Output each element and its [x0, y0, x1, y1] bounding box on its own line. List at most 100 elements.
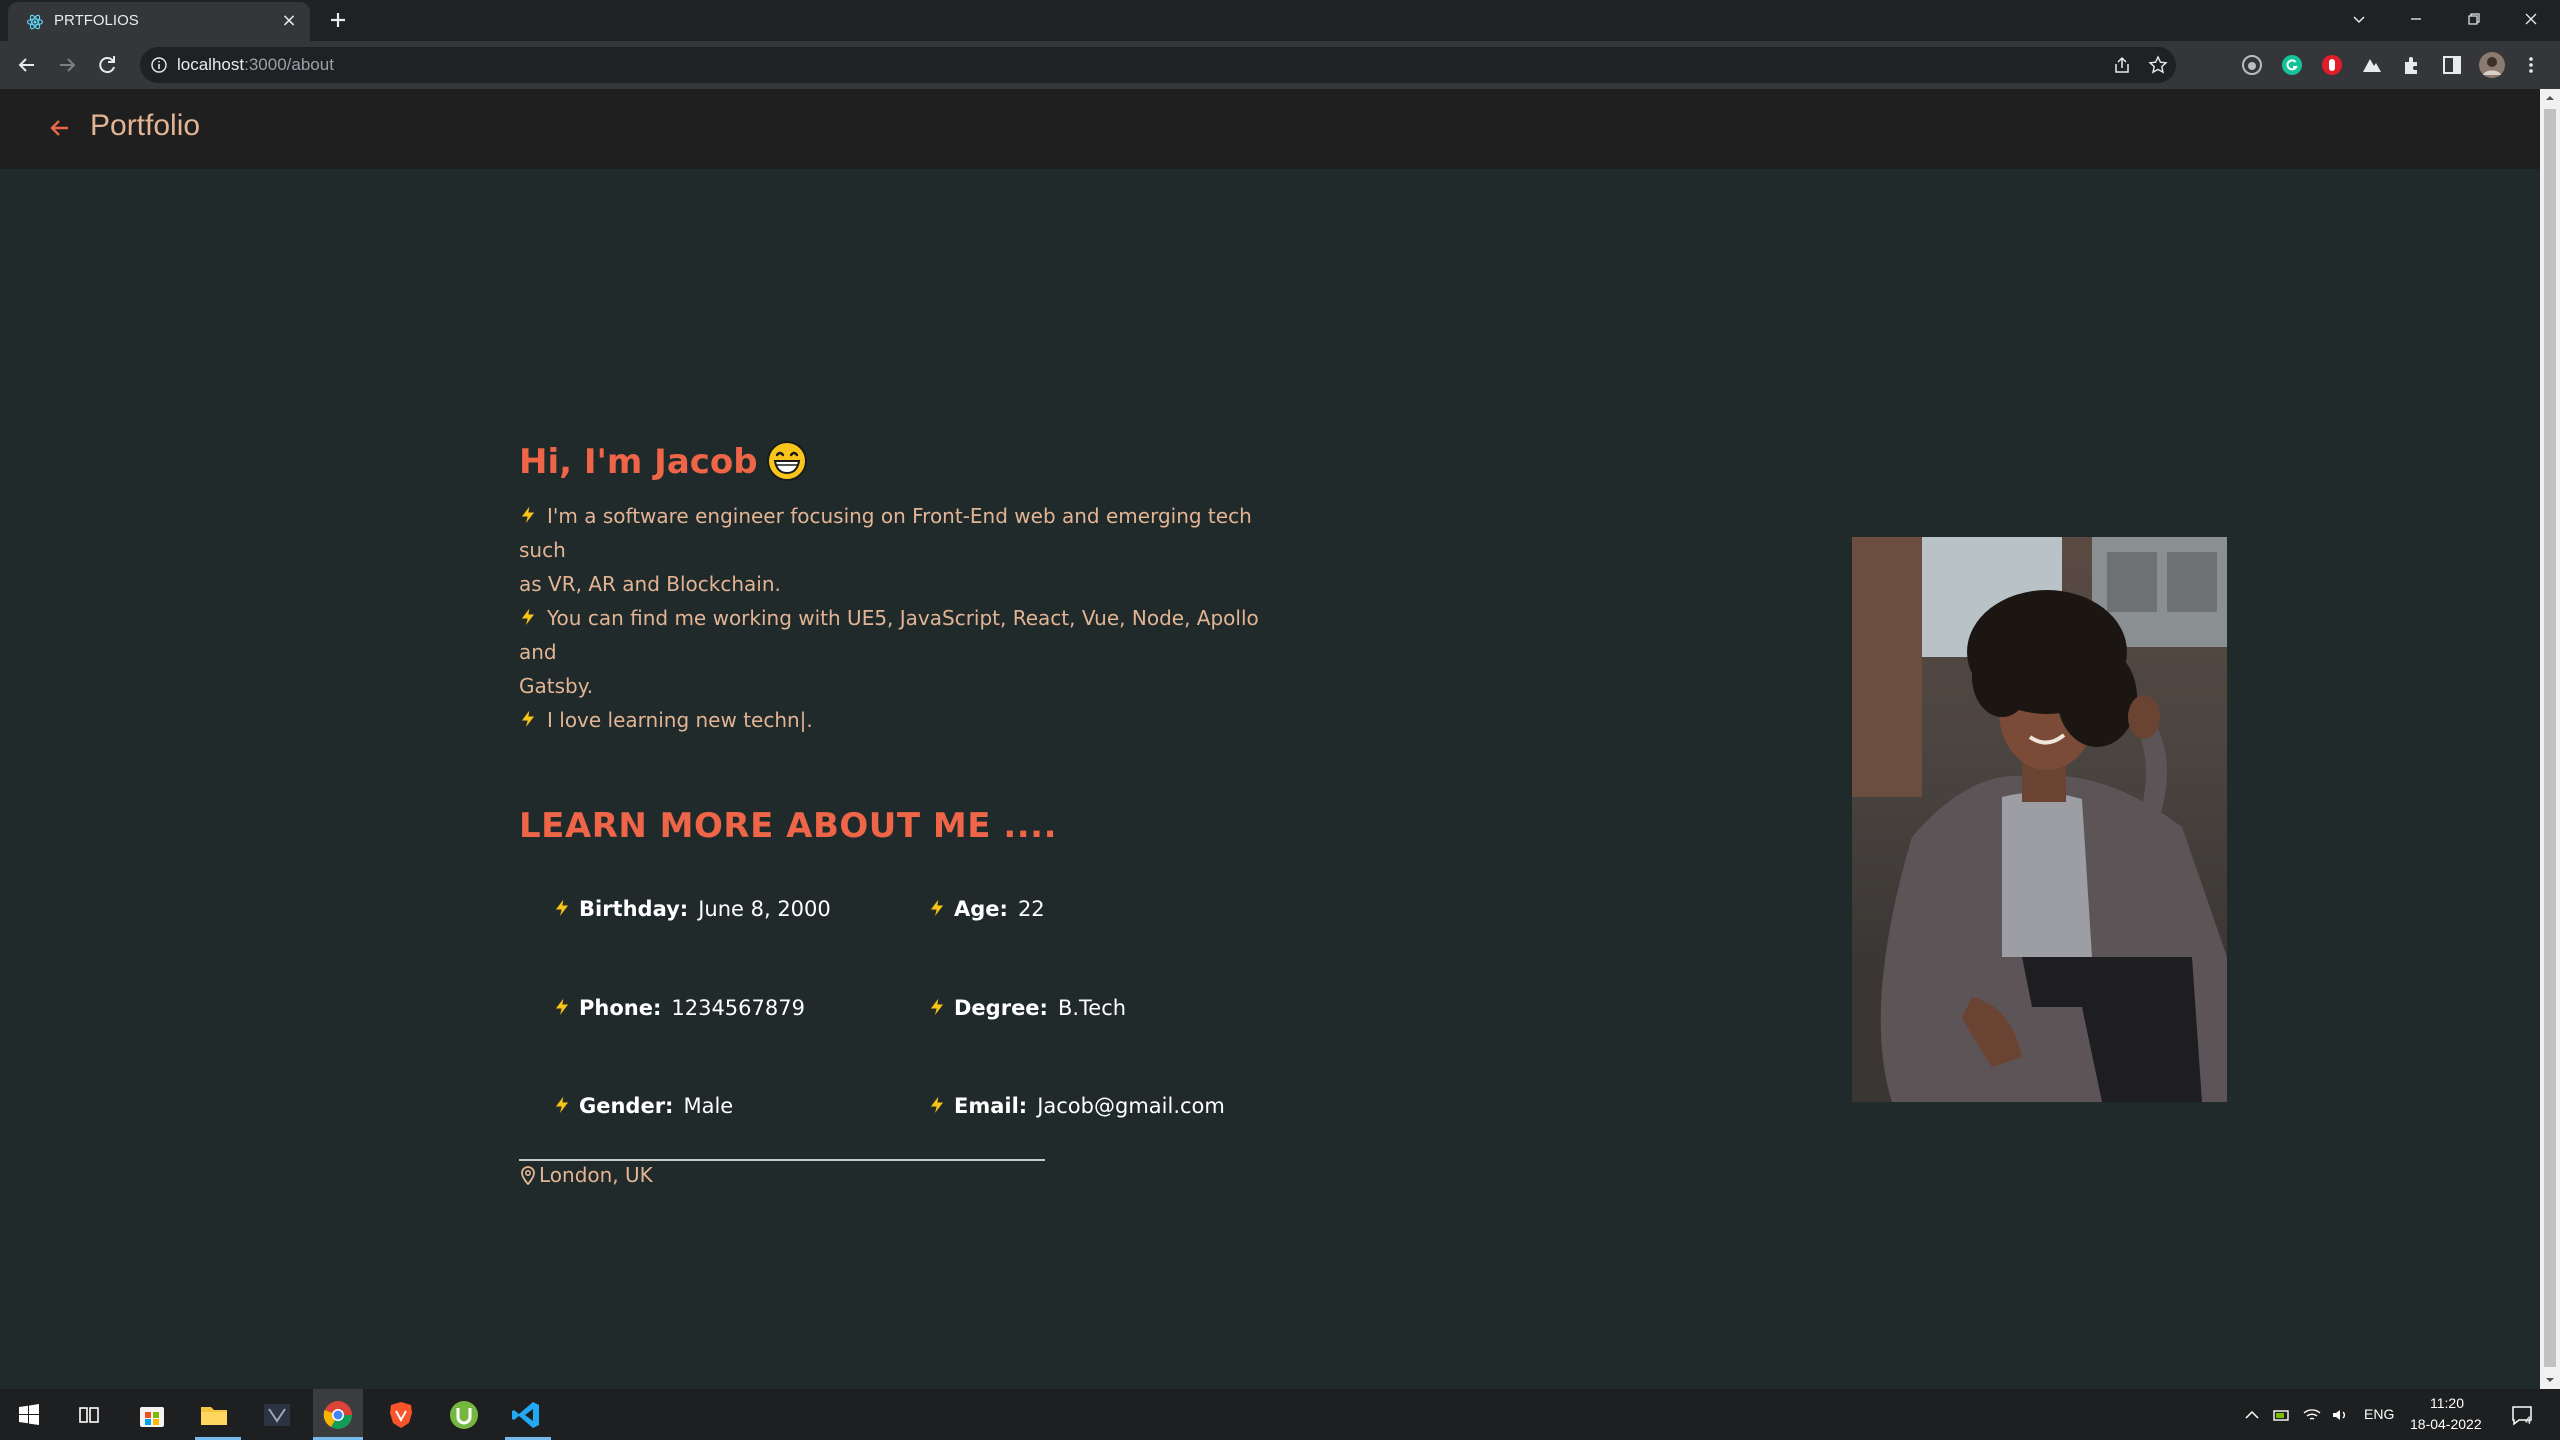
- windows-start-icon[interactable]: [12, 1398, 46, 1432]
- intro-line-text: I love learning new techn|.: [547, 708, 813, 732]
- language-indicator[interactable]: ENG: [2364, 1406, 2394, 1422]
- greeting-text: Hi, I'm Jacob: [519, 442, 758, 482]
- back-icon[interactable]: [14, 52, 40, 78]
- notification-count: 4: [2525, 1415, 2532, 1427]
- new-tab-plus-icon[interactable]: [325, 7, 351, 33]
- brave-icon[interactable]: [384, 1398, 418, 1432]
- close-window-icon[interactable]: [2502, 0, 2560, 38]
- info-value: B.Tech: [1057, 996, 1127, 1020]
- info-value: 1234567879: [671, 996, 805, 1020]
- location: London, UK: [519, 1163, 653, 1187]
- info-birthday: Birthday: June 8, 2000: [553, 897, 831, 921]
- chrome-icon[interactable]: [321, 1398, 355, 1432]
- about-section: Hi, I'm Jacob I'm a software engineer fo…: [519, 89, 2227, 1389]
- page-viewport: Portfolio Hi, I'm Jacob I'm a software e…: [0, 89, 2540, 1389]
- reload-icon[interactable]: [94, 52, 120, 78]
- battery-icon[interactable]: [2272, 1405, 2292, 1425]
- file-explorer-icon[interactable]: [197, 1398, 231, 1432]
- info-value: 22: [1017, 897, 1045, 921]
- profile-photo: [1852, 537, 2227, 1102]
- info-email: Email: Jacob@gmail.com: [928, 1094, 1225, 1118]
- scroll-down-icon[interactable]: [2540, 1371, 2560, 1389]
- tab-search-chevron-icon[interactable]: [2330, 0, 2388, 38]
- info-phone: Phone: 1234567879: [553, 996, 805, 1020]
- browser-tab[interactable]: PRTFOLIOS ×: [8, 2, 310, 41]
- info-key: Age:: [954, 897, 1008, 921]
- back-arrow-icon[interactable]: [48, 116, 72, 140]
- info-value: Male: [683, 1094, 734, 1118]
- info-key: Email:: [954, 1094, 1028, 1118]
- info-gender: Gender: Male: [553, 1094, 733, 1118]
- chrome-menu-icon[interactable]: [2520, 54, 2542, 76]
- divider: [519, 1159, 1045, 1161]
- browser-tab-strip: PRTFOLIOS ×: [0, 0, 2560, 41]
- browser-toolbar: localhost:3000/about: [0, 41, 2560, 89]
- side-panel-icon[interactable]: [2441, 54, 2463, 76]
- info-degree: Degree: B.Tech: [928, 996, 1126, 1020]
- extension-grammarly-icon[interactable]: [2281, 54, 2303, 76]
- scroll-up-icon[interactable]: [2540, 89, 2560, 107]
- clock-time[interactable]: 11:20: [2430, 1395, 2464, 1411]
- learn-more-heading: LEARN MORE ABOUT ME ....: [519, 806, 1057, 846]
- lightning-icon: [520, 606, 537, 628]
- url-host: localhost: [177, 55, 245, 74]
- game-app-icon[interactable]: [260, 1398, 294, 1432]
- extensions-puzzle-icon[interactable]: [2401, 54, 2423, 76]
- tab-title: PRTFOLIOS: [54, 12, 139, 29]
- utorrent-icon[interactable]: [447, 1398, 481, 1432]
- location-text: London, UK: [539, 1163, 653, 1187]
- clock-date[interactable]: 18-04-2022: [2410, 1416, 2482, 1432]
- intro-paragraph: I'm a software engineer focusing on Fron…: [519, 499, 1279, 737]
- extension-github-icon[interactable]: [2241, 54, 2263, 76]
- share-icon[interactable]: [2112, 55, 2132, 75]
- extension-mountain-icon[interactable]: [2361, 54, 2383, 76]
- restore-icon[interactable]: [2445, 0, 2503, 38]
- info-value: Jacob@gmail.com: [1037, 1094, 1225, 1118]
- react-favicon-icon: [26, 14, 44, 30]
- bookmark-star-icon[interactable]: [2148, 55, 2168, 75]
- info-key: Gender:: [579, 1094, 674, 1118]
- url-text[interactable]: localhost:3000/about: [177, 55, 334, 75]
- intro-line-text: You can find me working with UE5, JavaSc…: [519, 606, 1259, 664]
- windows-taskbar: ENG 11:20 18-04-2022 4: [0, 1389, 2560, 1440]
- info-value: June 8, 2000: [698, 897, 831, 921]
- lightning-icon: [929, 897, 946, 919]
- lightning-icon: [520, 504, 537, 526]
- lightning-icon: [554, 1094, 571, 1116]
- minimize-icon[interactable]: [2387, 0, 2445, 38]
- lightning-icon: [520, 708, 537, 730]
- info-key: Birthday:: [579, 897, 689, 921]
- info-key: Degree:: [954, 996, 1048, 1020]
- page-scrollbar[interactable]: [2540, 89, 2560, 1389]
- location-pin-icon: [521, 1166, 535, 1185]
- info-icon[interactable]: [150, 56, 168, 74]
- profile-avatar-icon[interactable]: [2479, 52, 2505, 78]
- intro-line-text: I'm a software engineer focusing on Fron…: [519, 504, 1252, 562]
- vscode-icon[interactable]: [509, 1398, 543, 1432]
- wifi-icon[interactable]: [2302, 1405, 2322, 1425]
- lightning-icon: [554, 996, 571, 1018]
- info-age: Age: 22: [928, 897, 1045, 921]
- intro-line: I love learning new techn|.: [519, 703, 1279, 737]
- lightning-icon: [554, 897, 571, 919]
- task-view-icon[interactable]: [72, 1398, 106, 1432]
- lightning-icon: [929, 1094, 946, 1116]
- intro-line: I'm a software engineer focusing on Fron…: [519, 499, 1279, 567]
- address-bar[interactable]: localhost:3000/about: [140, 47, 2176, 83]
- grin-emoji-icon: [766, 440, 807, 481]
- microsoft-store-icon[interactable]: [135, 1398, 169, 1432]
- extension-red-icon[interactable]: [2321, 54, 2343, 76]
- tab-close-icon[interactable]: ×: [278, 10, 300, 32]
- brand-title[interactable]: Portfolio: [90, 109, 200, 143]
- volume-icon[interactable]: [2330, 1405, 2350, 1425]
- tray-overflow-chevron-icon[interactable]: [2242, 1405, 2262, 1425]
- scroll-thumb[interactable]: [2544, 109, 2556, 1367]
- lightning-icon: [929, 996, 946, 1018]
- forward-icon[interactable]: [54, 52, 80, 78]
- greeting-heading: Hi, I'm Jacob: [519, 440, 808, 482]
- url-path: :3000/about: [244, 55, 334, 74]
- intro-line: as VR, AR and Blockchain.: [519, 572, 781, 596]
- intro-line: Gatsby.: [519, 674, 594, 698]
- info-key: Phone:: [579, 996, 662, 1020]
- intro-line: You can find me working with UE5, JavaSc…: [519, 601, 1279, 669]
